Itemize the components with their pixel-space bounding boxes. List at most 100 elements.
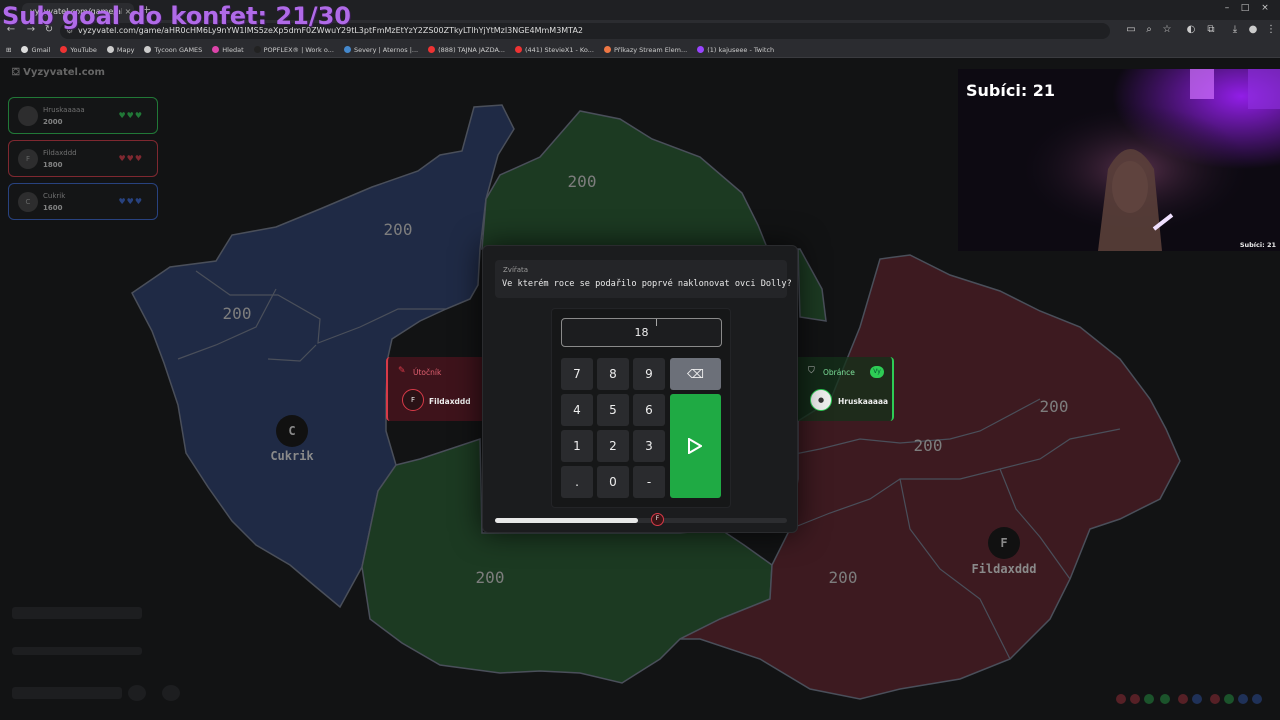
send-icon[interactable]	[128, 685, 146, 701]
logo-text: Vyzyvatel.com	[23, 67, 105, 78]
webcam-title: Subíci: 21	[966, 81, 1056, 100]
bookmark-label: Příkazy Stream Elem...	[613, 45, 688, 54]
extension-icon[interactable]: ◐	[1184, 24, 1198, 35]
color-swatch[interactable]	[1252, 694, 1262, 704]
key-minus[interactable]: -	[633, 466, 665, 498]
download-icon[interactable]: ⤓	[1228, 24, 1242, 35]
numeric-keypad: 18 I 7 8 9 4 5 6 1 2 3 . 0 - ⌫	[551, 308, 731, 508]
question-modal: Zvířata Ve kterém roce se podařilo poprv…	[482, 245, 798, 533]
question-category: Zvířata	[503, 266, 529, 274]
player-card: Hruskaaaaa 2000 ♥♥♥	[8, 97, 158, 134]
minimize-icon[interactable]: –	[1220, 3, 1234, 13]
zoom-icon[interactable]: ⌕	[1142, 24, 1156, 35]
cast-icon[interactable]: ▭	[1124, 24, 1138, 35]
bookmark-label: Gmail	[31, 45, 51, 54]
region-value: 200	[829, 568, 858, 587]
backspace-icon: ⌫	[687, 367, 704, 381]
play-icon	[688, 438, 702, 454]
bookmark-label: YouTube	[70, 45, 97, 54]
site-logo[interactable]: ⛋ Vyzyvatel.com	[12, 67, 105, 78]
key-1[interactable]: 1	[561, 430, 593, 462]
emoji-icon[interactable]	[162, 685, 180, 701]
question-text: Ve kterém roce se podařilo poprvé naklon…	[502, 279, 792, 289]
color-swatch[interactable]	[1116, 694, 1126, 704]
hearts-icon: ♥♥♥	[118, 197, 143, 206]
region-value: 200	[914, 436, 943, 455]
bookmark-label: Severy | Aternos |...	[353, 45, 419, 54]
bookmark-label: Hledat	[222, 45, 244, 54]
answer-input[interactable]: 18	[561, 318, 722, 347]
apps-icon[interactable]: ⊞	[6, 46, 11, 54]
bookmark-prikazy[interactable]: Příkazy Stream Elem...	[603, 45, 688, 54]
bookmark-twitch[interactable]: (1) kajuseee - Twitch	[697, 46, 774, 54]
webcam-caption: Subíci: 21	[1239, 241, 1276, 249]
player-marker-name: Fildaxddd	[971, 562, 1036, 576]
attacker-name: Fildaxddd	[429, 397, 471, 406]
region-value: 200	[568, 172, 597, 191]
menu-icon[interactable]: ⋮	[1264, 24, 1278, 35]
player-card: F Fildaxddd 1800 ♥♥♥	[8, 140, 158, 177]
sub-goal-overlay: Sub goal do konfet: 21/30	[2, 2, 351, 30]
key-decimal[interactable]: .	[561, 466, 593, 498]
player-score: 2000	[43, 118, 63, 126]
defender-name: Hruskaaaaa	[838, 397, 889, 406]
chat-header	[12, 607, 142, 619]
bookmark-label: Tycoon GAMES	[154, 45, 203, 54]
player-marker-initial: F	[1000, 536, 1007, 550]
key-6[interactable]: 6	[633, 394, 665, 426]
avatar: F	[18, 149, 38, 169]
bookmark-steviex1[interactable]: (441) StevieX1 - Ko...	[515, 46, 594, 54]
avatar	[18, 106, 38, 126]
bookmark-mapy[interactable]: Mapy	[106, 45, 135, 54]
key-8[interactable]: 8	[597, 358, 629, 390]
color-swatch[interactable]	[1210, 694, 1220, 704]
bookmark-label: Mapy	[116, 45, 135, 54]
color-swatch[interactable]	[1130, 694, 1140, 704]
backspace-button[interactable]: ⌫	[670, 358, 721, 390]
puzzle-icon[interactable]: ⧉	[1204, 24, 1218, 35]
profile-icon[interactable]: ●	[1246, 24, 1260, 35]
attacker-title: Útočník	[413, 368, 442, 377]
avatar: C	[18, 192, 38, 212]
color-swatch[interactable]	[1160, 694, 1170, 704]
region-value: 200	[384, 220, 413, 239]
bookmark-youtube[interactable]: YouTube	[60, 45, 97, 54]
timer-fill	[495, 518, 639, 523]
close-window-icon[interactable]: ×	[1258, 3, 1272, 13]
hearts-icon: ♥♥♥	[118, 154, 143, 163]
submit-button[interactable]	[670, 394, 721, 498]
chat-input[interactable]	[12, 687, 122, 699]
color-swatch[interactable]	[1144, 694, 1154, 704]
bookmarks-bar: ⊞ Gmail YouTube Mapy Tycoon GAMES Hledat…	[0, 42, 1280, 58]
color-swatch[interactable]	[1238, 694, 1248, 704]
key-3[interactable]: 3	[633, 430, 665, 462]
bookmark-hledat[interactable]: Hledat	[212, 45, 244, 54]
key-4[interactable]: 4	[561, 394, 593, 426]
key-5[interactable]: 5	[597, 394, 629, 426]
color-swatch[interactable]	[1224, 694, 1234, 704]
key-9[interactable]: 9	[633, 358, 665, 390]
bookmark-aternos[interactable]: Severy | Aternos |...	[343, 45, 419, 54]
bookmark-popflex[interactable]: POPFLEX® | Work o...	[253, 46, 334, 54]
key-7[interactable]: 7	[561, 358, 593, 390]
webcam-overlay: Subíci: 21 Subíci: 21	[958, 69, 1280, 251]
region-value: 200	[1040, 397, 1069, 416]
you-badge: Vy	[870, 366, 884, 378]
player-card: C Cukrik 1600 ♥♥♥	[8, 183, 158, 220]
bookmark-label: (441) StevieX1 - Ko...	[525, 45, 594, 54]
bookmark-star-icon[interactable]: ☆	[1160, 24, 1174, 35]
bookmark-gmail[interactable]: Gmail	[21, 46, 50, 54]
attacker-panel: ✎ Útočník F Fildaxddd	[386, 357, 482, 421]
key-2[interactable]: 2	[597, 430, 629, 462]
color-swatch[interactable]	[1192, 694, 1202, 704]
defender-panel: ⛉ Obránce Vy ● Hruskaaaaa	[798, 357, 894, 421]
bookmark-tycoon[interactable]: Tycoon GAMES	[144, 46, 202, 54]
bookmark-label: (888) TAJNA JAZDA...	[438, 45, 505, 54]
text-cursor-icon: I	[655, 318, 658, 329]
player-name: Hruskaaaaa	[43, 106, 85, 114]
color-swatch[interactable]	[1178, 694, 1188, 704]
bookmark-tajna-jazda[interactable]: (888) TAJNA JAZDA...	[428, 46, 505, 54]
key-0[interactable]: 0	[597, 466, 629, 498]
maximize-icon[interactable]: □	[1238, 3, 1252, 13]
region-value: 200	[223, 304, 252, 323]
